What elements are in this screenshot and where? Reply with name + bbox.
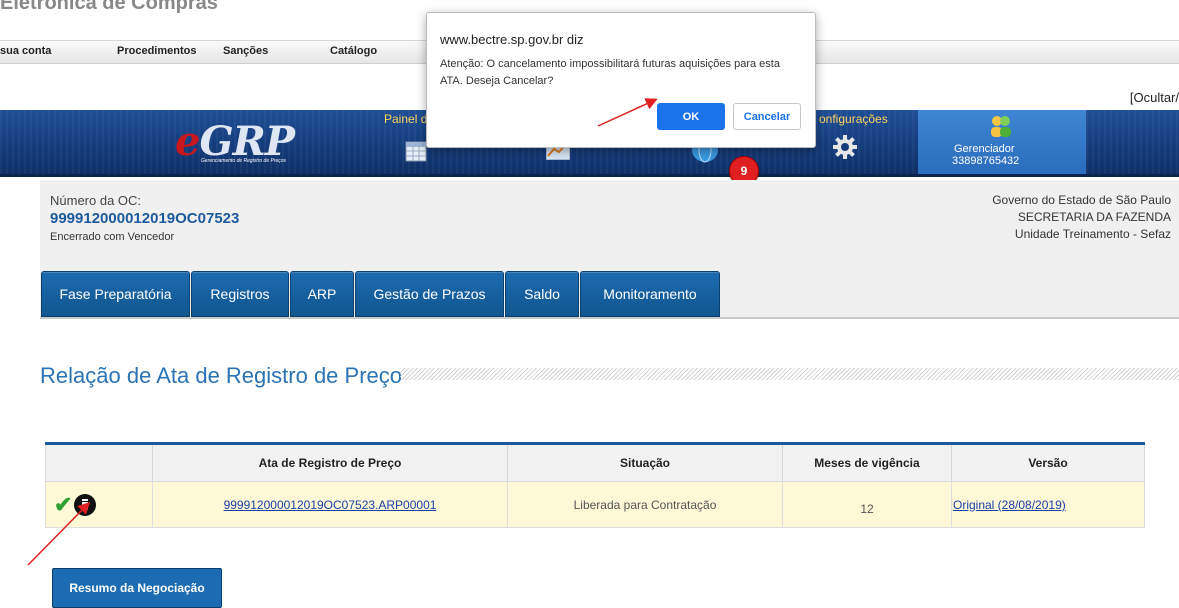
annotation-arrows — [27, 98, 658, 566]
arrow-to-trash — [27, 501, 91, 566]
arrow-to-ok — [597, 98, 658, 127]
